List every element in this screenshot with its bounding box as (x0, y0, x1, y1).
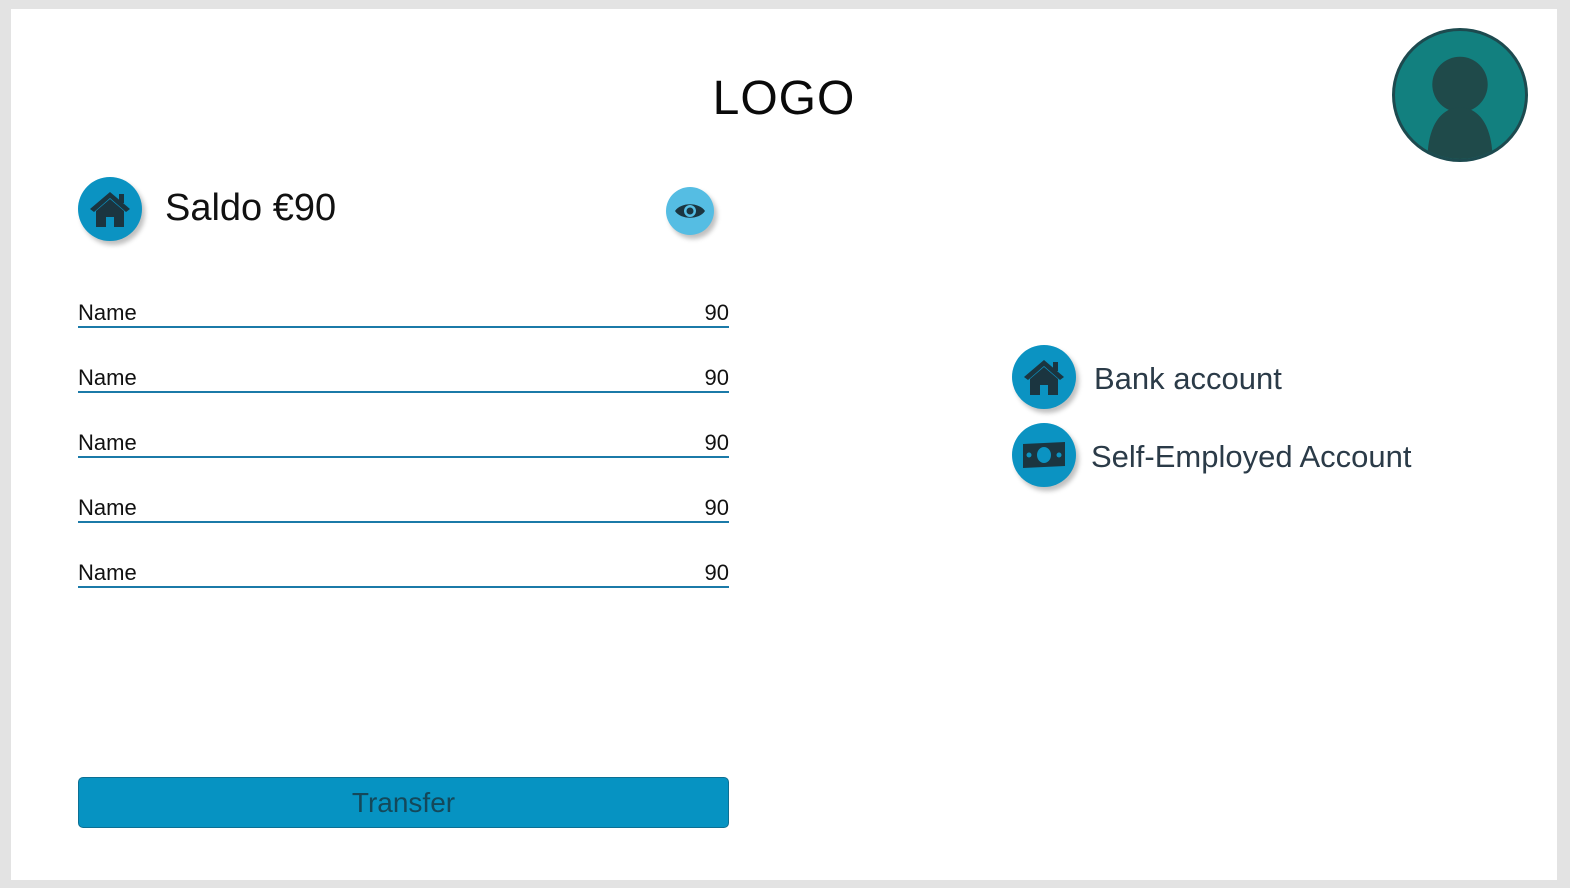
item-name: Name (78, 300, 137, 325)
balance-label: Saldo €90 (165, 187, 337, 229)
app-frame: LOGO Saldo €90 Name 90 Name 90 Name 90 N… (11, 9, 1557, 880)
bank-account-label[interactable]: Bank account (1094, 361, 1282, 397)
toggle-balance-visibility-button[interactable] (666, 187, 714, 235)
list-item[interactable]: Name 90 (78, 361, 729, 426)
item-amount: 90 (704, 560, 729, 585)
row-divider (78, 326, 729, 328)
item-amount: 90 (704, 365, 729, 390)
row-divider (78, 521, 729, 523)
row-divider (78, 586, 729, 588)
list-item[interactable]: Name 90 (78, 426, 729, 491)
item-amount: 90 (704, 430, 729, 455)
home-button[interactable] (78, 177, 142, 241)
item-amount: 90 (704, 495, 729, 520)
home-icon (1024, 360, 1064, 395)
self-employed-account-button[interactable] (1012, 423, 1076, 487)
eye-icon (675, 204, 705, 218)
bank-account-button[interactable] (1012, 345, 1076, 409)
banknote-icon (1023, 442, 1065, 468)
list-item[interactable]: Name 90 (78, 491, 729, 556)
home-icon (90, 192, 130, 227)
item-name: Name (78, 495, 137, 520)
user-avatar-icon[interactable] (1392, 28, 1528, 162)
transfer-button[interactable]: Transfer (78, 777, 729, 828)
list-item[interactable]: Name 90 (78, 556, 729, 621)
item-name: Name (78, 430, 137, 455)
row-divider (78, 391, 729, 393)
item-amount: 90 (704, 300, 729, 325)
self-employed-account-label[interactable]: Self-Employed Account (1091, 439, 1412, 475)
item-name: Name (78, 560, 137, 585)
user-silhouette-icon (1427, 56, 1493, 159)
logo: LOGO (712, 72, 856, 125)
row-divider (78, 456, 729, 458)
list-item[interactable]: Name 90 (78, 296, 729, 361)
transaction-list: Name 90 Name 90 Name 90 Name 90 Name 90 (78, 296, 729, 621)
item-name: Name (78, 365, 137, 390)
